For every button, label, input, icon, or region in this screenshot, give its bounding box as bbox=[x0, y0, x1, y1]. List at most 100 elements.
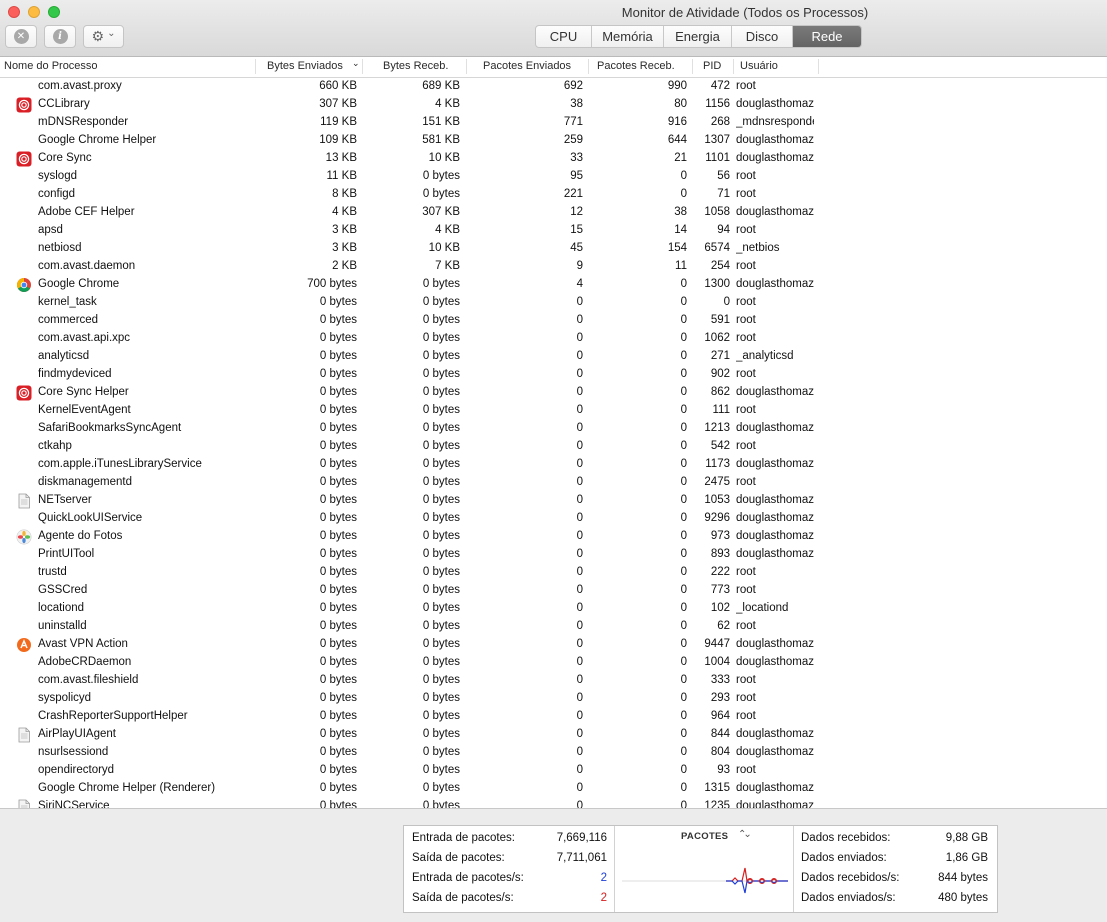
table-row[interactable]: netbiosd 3 KB 10 KB 45 154 6574 _netbios bbox=[0, 240, 1107, 258]
tab-energia[interactable]: Energia bbox=[664, 26, 732, 47]
bytes-recv-cell: 10 KB bbox=[428, 242, 460, 254]
table-row[interactable]: commerced 0 bytes 0 bytes 0 0 591 root bbox=[0, 312, 1107, 330]
packets-recv-cell: 0 bbox=[680, 296, 687, 308]
bytes-sent-cell: 11 KB bbox=[326, 170, 357, 182]
column-divider[interactable] bbox=[692, 59, 693, 74]
bytes-sent-cell: 0 bytes bbox=[319, 368, 357, 380]
column-header-bytes-recv[interactable]: Bytes Receb. bbox=[383, 60, 448, 72]
pid-cell: 973 bbox=[710, 530, 730, 542]
table-row[interactable]: kernel_task 0 bytes 0 bytes 0 0 0 root bbox=[0, 294, 1107, 312]
process-name-cell: Adobe CEF Helper bbox=[38, 206, 135, 218]
minimize-window-button[interactable] bbox=[28, 6, 40, 18]
bytes-recv-cell: 0 bytes bbox=[422, 350, 460, 362]
data-sent-value: 1,86 GB bbox=[945, 852, 988, 864]
column-header-user[interactable]: Usuário bbox=[740, 60, 778, 72]
table-row[interactable]: Agente do Fotos 0 bytes 0 bytes 0 0 973 dougla… bbox=[0, 528, 1107, 546]
packets-recv-cell: 0 bbox=[680, 332, 687, 344]
table-row[interactable]: trustd 0 bytes 0 bytes 0 0 222 root bbox=[0, 564, 1107, 582]
column-divider[interactable] bbox=[818, 59, 819, 74]
packets-sent-cell: 692 bbox=[563, 80, 583, 92]
graph-metric-selector-icon[interactable]: ⌃⌄ bbox=[738, 829, 752, 840]
table-row[interactable]: Adobe CEF Helper 4 KB 307 KB 12 38 1058 dougla… bbox=[0, 204, 1107, 222]
packets-sent-cell: 0 bbox=[576, 548, 583, 560]
column-divider[interactable] bbox=[588, 59, 589, 74]
process-name-cell: CrashReporterSupportHelper bbox=[38, 710, 188, 722]
tab-rede[interactable]: Rede bbox=[793, 26, 861, 47]
table-row[interactable]: Google Chrome Helper 109 KB 581 KB 259 644 13… bbox=[0, 132, 1107, 150]
zoom-window-button[interactable] bbox=[48, 6, 60, 18]
column-divider[interactable] bbox=[255, 59, 256, 74]
bytes-recv-cell: 0 bytes bbox=[422, 494, 460, 506]
table-row[interactable]: com.avast.api.xpc 0 bytes 0 bytes 0 0 1062 roo… bbox=[0, 330, 1107, 348]
user-cell: douglasthomaz bbox=[736, 422, 814, 434]
table-row[interactable]: com.avast.daemon 2 KB 7 KB 9 11 254 root bbox=[0, 258, 1107, 276]
table-row[interactable]: opendirectoryd 0 bytes 0 bytes 0 0 93 root bbox=[0, 762, 1107, 780]
table-row[interactable]: AdobeCRDaemon 0 bytes 0 bytes 0 0 1004 douglas… bbox=[0, 654, 1107, 672]
table-row[interactable]: com.apple.iTunesLibraryService 0 bytes 0 b… bbox=[0, 456, 1107, 474]
bytes-sent-cell: 307 KB bbox=[319, 98, 357, 110]
column-divider[interactable] bbox=[362, 59, 363, 74]
table-row[interactable]: findmydeviced 0 bytes 0 bytes 0 0 902 root bbox=[0, 366, 1107, 384]
bytes-recv-cell: 0 bytes bbox=[422, 800, 460, 808]
table-row[interactable]: KernelEventAgent 0 bytes 0 bytes 0 0 111 root bbox=[0, 402, 1107, 420]
packets-sent-cell: 0 bbox=[576, 386, 583, 398]
process-name-cell: com.avast.api.xpc bbox=[38, 332, 131, 344]
table-row[interactable]: Google Chrome Helper (Renderer) 0 bytes 0 … bbox=[0, 780, 1107, 798]
table-row[interactable]: AirPlayUIAgent 0 bytes 0 bytes 0 0 844 douglas… bbox=[0, 726, 1107, 744]
column-header-bytes-sent[interactable]: Bytes Enviados bbox=[267, 60, 343, 72]
table-row[interactable]: CrashReporterSupportHelper 0 bytes 0 bytes… bbox=[0, 708, 1107, 726]
column-divider[interactable] bbox=[733, 59, 734, 74]
column-header-packets-sent[interactable]: Pacotes Enviados bbox=[483, 60, 571, 72]
column-header-pid[interactable]: PID bbox=[703, 60, 721, 72]
table-row[interactable]: Core Sync 13 KB 10 KB 33 21 1101 douglasthomaz bbox=[0, 150, 1107, 168]
packets-recv-cell: 0 bbox=[680, 638, 687, 650]
table-row[interactable]: PrintUITool 0 bytes 0 bytes 0 0 893 douglastho… bbox=[0, 546, 1107, 564]
table-row[interactable]: syspolicyd 0 bytes 0 bytes 0 0 293 root bbox=[0, 690, 1107, 708]
tab-cpu[interactable]: CPU bbox=[536, 26, 592, 47]
packets-recv-cell: 0 bbox=[680, 764, 687, 776]
table-row[interactable]: locationd 0 bytes 0 bytes 0 0 102 _locationd bbox=[0, 600, 1107, 618]
stop-process-button[interactable]: ✕ bbox=[5, 25, 37, 48]
data-recv-value: 9,88 GB bbox=[945, 832, 988, 844]
column-divider[interactable] bbox=[466, 59, 467, 74]
table-row[interactable]: com.avast.fileshield 0 bytes 0 bytes 0 0 333 r… bbox=[0, 672, 1107, 690]
table-row[interactable]: apsd 3 KB 4 KB 15 14 94 root bbox=[0, 222, 1107, 240]
table-row[interactable]: CCLibrary 307 KB 4 KB 38 80 1156 douglasthomaz bbox=[0, 96, 1107, 114]
close-window-button[interactable] bbox=[8, 6, 20, 18]
table-row[interactable]: ctkahp 0 bytes 0 bytes 0 0 542 root bbox=[0, 438, 1107, 456]
table-row[interactable]: Core Sync Helper 0 bytes 0 bytes 0 0 862 dougl… bbox=[0, 384, 1107, 402]
packets-recv-cell: 0 bbox=[680, 782, 687, 794]
table-row[interactable]: analyticsd 0 bytes 0 bytes 0 0 271 _analyticsd bbox=[0, 348, 1107, 366]
user-cell: douglasthomaz bbox=[736, 206, 814, 218]
bytes-sent-cell: 0 bytes bbox=[319, 692, 357, 704]
tab-disco[interactable]: Disco bbox=[732, 26, 793, 47]
packets-recv-cell: 0 bbox=[680, 188, 687, 200]
table-row[interactable]: com.avast.proxy 660 KB 689 KB 692 990 472 root bbox=[0, 78, 1107, 96]
table-row[interactable]: configd 8 KB 0 bytes 221 0 71 root bbox=[0, 186, 1107, 204]
table-row[interactable]: mDNSResponder 119 KB 151 KB 771 916 268 _mdnsr… bbox=[0, 114, 1107, 132]
table-row[interactable]: Google Chrome 700 bytes 0 bytes 4 0 1300 dougl… bbox=[0, 276, 1107, 294]
packets-recv-cell: 14 bbox=[674, 224, 687, 236]
table-row[interactable]: SiriNCService 0 bytes 0 bytes 0 0 1235 douglas… bbox=[0, 798, 1107, 808]
avast-icon bbox=[16, 637, 32, 653]
inspect-process-button[interactable]: i bbox=[44, 25, 76, 48]
user-cell: root bbox=[736, 584, 756, 596]
tab-memoria[interactable]: Memória bbox=[592, 26, 664, 47]
table-row[interactable]: syslogd 11 KB 0 bytes 95 0 56 root bbox=[0, 168, 1107, 186]
packets-in-rate-value: 2 bbox=[600, 872, 607, 884]
process-name-cell: apsd bbox=[38, 224, 63, 236]
packets-recv-cell: 0 bbox=[680, 314, 687, 326]
table-row[interactable]: nsurlsessiond 0 bytes 0 bytes 0 0 804 douglast… bbox=[0, 744, 1107, 762]
gear-menu-button[interactable]: ⚙ ⌄ bbox=[83, 25, 124, 48]
table-row[interactable]: NETserver 0 bytes 0 bytes 0 0 1053 douglasthom… bbox=[0, 492, 1107, 510]
table-row[interactable]: SafariBookmarksSyncAgent 0 bytes 0 bytes 0 0… bbox=[0, 420, 1107, 438]
table-row[interactable]: uninstalld 0 bytes 0 bytes 0 0 62 root bbox=[0, 618, 1107, 636]
column-header-packets-recv[interactable]: Pacotes Receb. bbox=[597, 60, 675, 72]
packets-recv-cell: 0 bbox=[680, 548, 687, 560]
column-header-name[interactable]: Nome do Processo bbox=[4, 60, 98, 72]
table-row[interactable]: Avast VPN Action 0 bytes 0 bytes 0 0 9447 doug… bbox=[0, 636, 1107, 654]
table-row[interactable]: diskmanagementd 0 bytes 0 bytes 0 0 2475 root bbox=[0, 474, 1107, 492]
table-row[interactable]: QuickLookUIService 0 bytes 0 bytes 0 0 9296 do… bbox=[0, 510, 1107, 528]
process-name-cell: com.avast.fileshield bbox=[38, 674, 139, 686]
table-row[interactable]: GSSCred 0 bytes 0 bytes 0 0 773 root bbox=[0, 582, 1107, 600]
